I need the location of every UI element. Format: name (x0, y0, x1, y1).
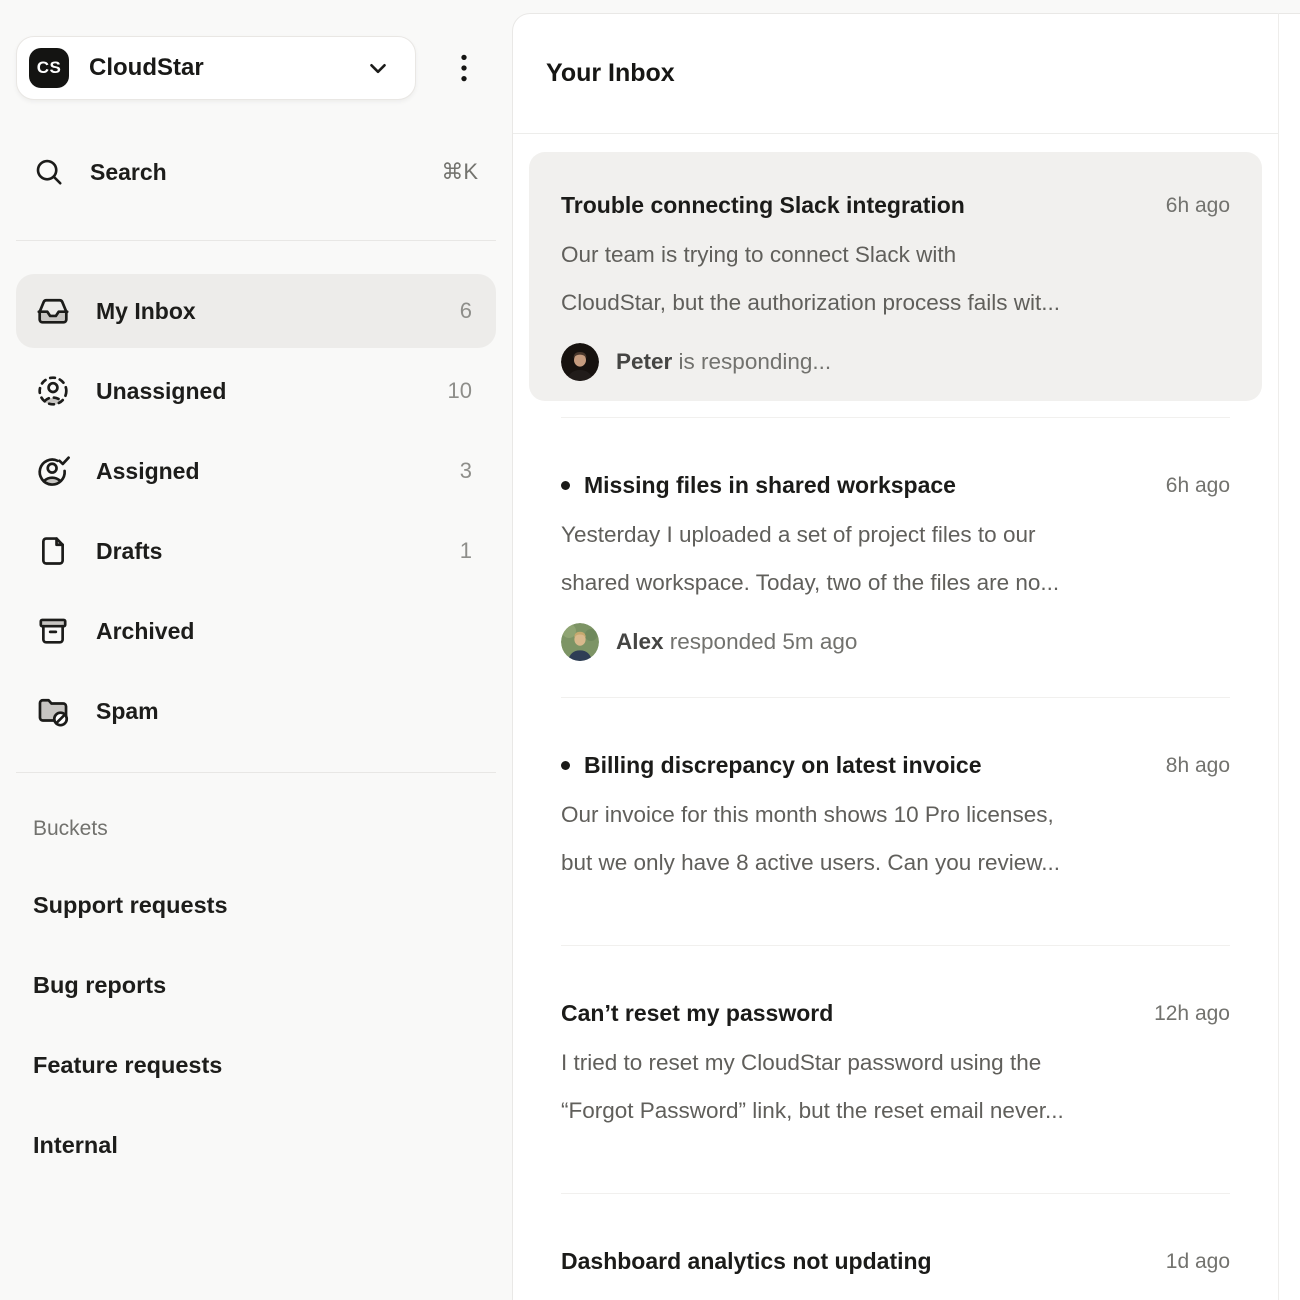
search-button[interactable]: Search ⌘K (16, 148, 496, 196)
sidebar-item-unassigned[interactable]: Unassigned 10 (16, 354, 496, 428)
unread-dot (561, 761, 570, 770)
user-dashed-icon (36, 374, 70, 408)
conversation-time: 12h ago (1154, 1002, 1230, 1026)
conversation-preview: Our team is trying to connect Slack with… (561, 231, 1230, 327)
unread-dot (561, 481, 570, 490)
conversation-item[interactable]: Missing files in shared workspace 6h ago… (529, 418, 1262, 697)
workspace-name: CloudStar (89, 54, 345, 82)
sidebar-item-label: Archived (96, 618, 472, 645)
sidebar-item-archived[interactable]: Archived (16, 594, 496, 668)
conversation-time: 6h ago (1166, 194, 1230, 218)
buckets-heading: Buckets (33, 817, 496, 841)
conversation-time: 6h ago (1166, 474, 1230, 498)
conversation-preview: Yesterday I uploaded a set of project fi… (561, 511, 1230, 607)
conversation-status: Peter is responding... (561, 343, 1230, 381)
sidebar-item-assigned[interactable]: Assigned 3 (16, 434, 496, 508)
conversation-title: Billing discrepancy on latest invoice (584, 752, 1166, 779)
search-icon (34, 157, 64, 187)
sidebar-item-label: Unassigned (96, 378, 448, 405)
sidebar-item-count: 3 (460, 458, 472, 484)
sidebar-item-label: Assigned (96, 458, 460, 485)
sidebar: CS CloudStar Search ⌘K (0, 0, 512, 1300)
sidebar-item-label: Spam (96, 698, 472, 725)
avatar (561, 623, 599, 661)
conversation-list: Trouble connecting Slack integration 6h … (513, 134, 1278, 1300)
sidebar-item-count: 1 (460, 538, 472, 564)
conversation-preview: I tried to reset my CloudStar password u… (561, 1039, 1230, 1135)
sidebar-item-label: Drafts (96, 538, 460, 565)
conversation-time: 8h ago (1166, 754, 1230, 778)
inbox-icon (36, 294, 70, 328)
sidebar-item-count: 10 (448, 378, 472, 404)
conversation-title: Can’t reset my password (561, 1000, 1154, 1027)
bucket-item-bug-reports[interactable]: Bug reports (16, 945, 496, 1025)
file-icon (36, 534, 70, 568)
bucket-item-internal[interactable]: Internal (16, 1105, 496, 1185)
inbox-header: Your Inbox (513, 14, 1278, 134)
conversation-title: Trouble connecting Slack integration (561, 192, 1166, 219)
conversation-status: Alex responded 5m ago (561, 623, 1230, 661)
avatar (561, 343, 599, 381)
conversation-item[interactable]: Dashboard analytics not updating 1d ago (529, 1194, 1262, 1300)
inbox-panel: Your Inbox Trouble connecting Slack inte… (512, 13, 1279, 1300)
conversation-title: Dashboard analytics not updating (561, 1248, 1166, 1275)
workspace-switcher[interactable]: CS CloudStar (16, 36, 416, 100)
chevron-down-icon (365, 55, 391, 81)
folder-block-icon (36, 694, 70, 728)
conversation-item-selected[interactable]: Trouble connecting Slack integration 6h … (529, 152, 1262, 401)
sidebar-item-spam[interactable]: Spam (16, 674, 496, 748)
detail-panel-edge (1279, 13, 1300, 1300)
archive-icon (36, 614, 70, 648)
bucket-list: Support requests Bug reports Feature req… (16, 865, 496, 1185)
user-check-icon (36, 454, 70, 488)
search-shortcut: ⌘K (441, 159, 478, 185)
sidebar-nav: My Inbox 6 Unassigned 10 (16, 274, 496, 748)
status-text: Peter is responding... (616, 349, 831, 375)
status-text: Alex responded 5m ago (616, 629, 857, 655)
sidebar-divider (16, 240, 496, 241)
search-label: Search (90, 159, 415, 186)
conversation-title: Missing files in shared workspace (584, 472, 1166, 499)
conversation-item[interactable]: Billing discrepancy on latest invoice 8h… (529, 698, 1262, 945)
sidebar-divider (16, 772, 496, 773)
sidebar-item-label: My Inbox (96, 298, 460, 325)
page-title: Your Inbox (546, 59, 675, 88)
sidebar-item-my-inbox[interactable]: My Inbox 6 (16, 274, 496, 348)
conversation-item[interactable]: Can’t reset my password 12h ago I tried … (529, 946, 1262, 1193)
sidebar-item-drafts[interactable]: Drafts 1 (16, 514, 496, 588)
workspace-logo: CS (29, 48, 69, 88)
bucket-item-feature-requests[interactable]: Feature requests (16, 1025, 496, 1105)
workspace-row: CS CloudStar (16, 36, 496, 100)
conversation-time: 1d ago (1166, 1250, 1230, 1274)
workspace-menu-button[interactable] (445, 45, 483, 91)
bucket-item-support-requests[interactable]: Support requests (16, 865, 496, 945)
kebab-icon (451, 51, 477, 85)
conversation-preview: Our invoice for this month shows 10 Pro … (561, 791, 1230, 887)
sidebar-item-count: 6 (460, 298, 472, 324)
